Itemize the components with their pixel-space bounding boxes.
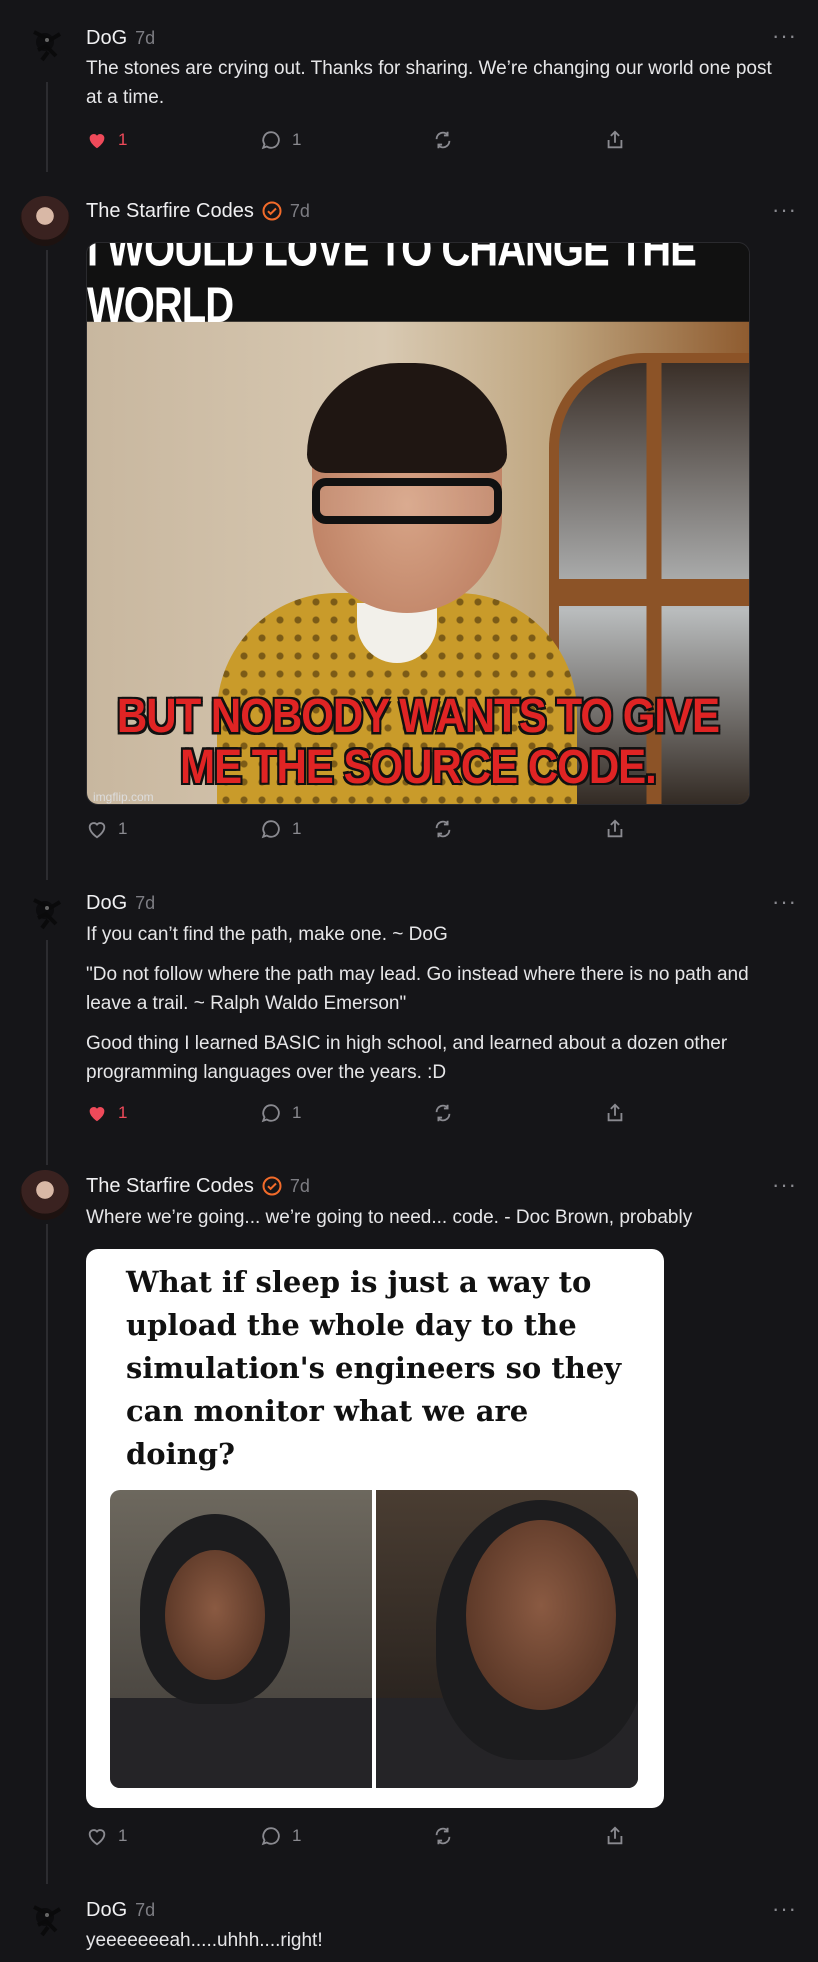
like-count: 1 [118, 819, 128, 838]
post-text: Good thing I learned BASIC in high schoo… [86, 1033, 728, 1083]
post-time[interactable]: 7d [135, 28, 155, 49]
meme-image[interactable]: What if sleep is just a way to upload th… [86, 1249, 664, 1808]
more-icon[interactable]: ··· [772, 891, 796, 916]
more-icon[interactable]: ··· [772, 1174, 796, 1199]
glasses [312, 478, 502, 524]
like-count: 1 [118, 130, 128, 149]
repost-button[interactable] [432, 1823, 454, 1849]
post-time[interactable]: 7d [290, 1176, 310, 1197]
reply-count: 1 [292, 819, 302, 838]
more-icon[interactable]: ··· [772, 25, 796, 50]
repost-button[interactable] [432, 1100, 454, 1126]
post-text: Where we’re going... we’re going to need… [86, 1207, 693, 1228]
post-time[interactable]: 7d [290, 201, 310, 222]
thread-line [46, 940, 48, 1165]
post-time[interactable]: 7d [135, 893, 155, 914]
meme-bottom-text: BUT NOBODY WANTS TO GIVE ME THE SOURCE C… [116, 688, 720, 794]
author-name[interactable]: DoG [86, 892, 127, 915]
post-header: The Starfire Codes 7d [86, 197, 310, 225]
post-header: DoG 7d [86, 1896, 155, 1924]
post-header: The Starfire Codes 7d [86, 1172, 310, 1200]
share-button[interactable] [604, 1100, 626, 1126]
share-button[interactable] [604, 816, 626, 842]
like-button[interactable]: 1 [86, 1823, 127, 1849]
post-text: The stones are crying out. Thanks for sh… [86, 58, 772, 108]
heart-icon [88, 1829, 106, 1846]
repost-button[interactable] [432, 816, 454, 842]
meme-caption: What if sleep is just a way to upload th… [126, 1265, 622, 1471]
share-button[interactable] [604, 127, 626, 153]
heart-icon [89, 1107, 105, 1122]
post-text: If you can’t find the path, make one. ~ … [86, 924, 448, 945]
like-button[interactable]: 1 [86, 1100, 127, 1126]
share-icon [607, 819, 623, 838]
post-actions: 1 1 [86, 127, 646, 153]
author-name[interactable]: DoG [86, 27, 127, 50]
post-actions: 1 1 [86, 1823, 646, 1849]
reply-icon [261, 1827, 280, 1846]
avatar[interactable] [20, 1895, 70, 1945]
meme-top-text: I WOULD LOVE TO CHANGE THE WORLD [87, 243, 749, 333]
share-icon [607, 130, 623, 149]
post-text: yeeeeeeeah.....uhhh....right! [86, 1930, 323, 1951]
thread-line [46, 250, 48, 880]
more-icon[interactable]: ··· [772, 199, 796, 224]
verified-icon [262, 1176, 282, 1196]
meme-image[interactable]: I WOULD LOVE TO CHANGE THE WORLD BUT NOB… [86, 242, 750, 805]
avatar[interactable] [20, 196, 70, 246]
avatar[interactable] [20, 888, 70, 938]
reply-count: 1 [292, 1103, 302, 1122]
like-button[interactable]: 1 [86, 127, 127, 153]
face [466, 1520, 616, 1710]
repost-button[interactable] [432, 127, 454, 153]
reply-count: 1 [292, 130, 302, 149]
reply-icon [261, 1104, 280, 1123]
like-count: 1 [118, 1103, 128, 1122]
face [165, 1550, 265, 1680]
repost-icon [435, 820, 451, 838]
heart-icon [89, 134, 105, 149]
heart-icon [88, 822, 106, 839]
reply-count: 1 [292, 1826, 302, 1845]
repost-icon [435, 131, 451, 149]
reply-button[interactable]: 1 [260, 816, 301, 842]
post-header: DoG 7d [86, 889, 155, 917]
reply-button[interactable]: 1 [260, 127, 301, 153]
avatar[interactable] [20, 20, 70, 70]
hoodie [110, 1698, 372, 1788]
repost-icon [435, 1827, 451, 1845]
author-name[interactable]: The Starfire Codes [86, 200, 254, 223]
verified-icon [262, 201, 282, 221]
post-header: DoG 7d [86, 24, 155, 52]
post-actions: 1 1 [86, 816, 646, 842]
reply-button[interactable]: 1 [260, 1823, 301, 1849]
thread-line [46, 1224, 48, 1884]
more-icon[interactable]: ··· [772, 1898, 796, 1923]
meme-panel-left [110, 1490, 372, 1788]
like-button[interactable]: 1 [86, 816, 127, 842]
thread-line [46, 82, 48, 172]
author-name[interactable]: The Starfire Codes [86, 1175, 254, 1198]
share-button[interactable] [604, 1823, 626, 1849]
meme-panel-right [376, 1490, 638, 1788]
share-icon [607, 1103, 623, 1122]
share-icon [607, 1826, 623, 1845]
reply-icon [261, 131, 280, 150]
author-name[interactable]: DoG [86, 1899, 127, 1922]
repost-icon [435, 1104, 451, 1122]
post-actions: 1 1 [86, 1100, 646, 1126]
post-text: "Do not follow where the path may lead. … [86, 964, 749, 1014]
meme-watermark: imgflip.com [93, 790, 154, 804]
reply-button[interactable]: 1 [260, 1100, 301, 1126]
like-count: 1 [118, 1826, 128, 1845]
reply-icon [261, 820, 280, 839]
hair [307, 363, 507, 473]
avatar[interactable] [20, 1170, 70, 1220]
post-time[interactable]: 7d [135, 1900, 155, 1921]
